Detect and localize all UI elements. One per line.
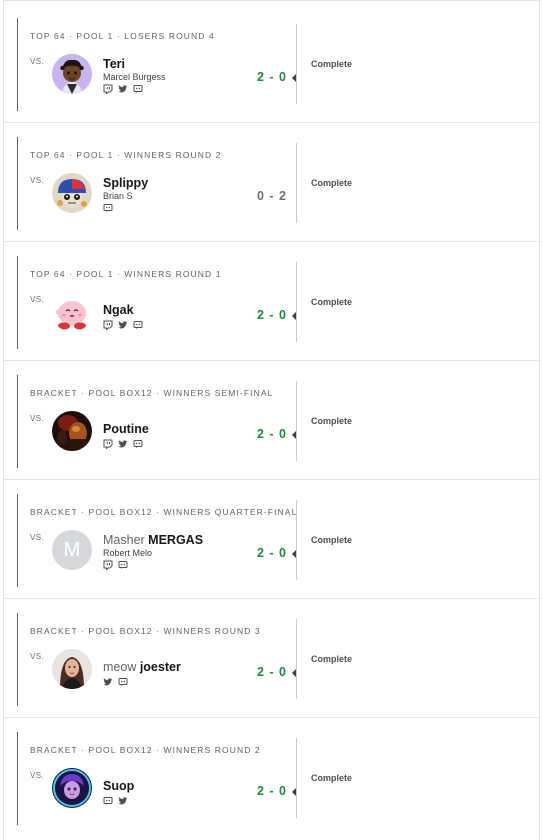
- twitch-icon[interactable]: [103, 557, 113, 575]
- set-left-bar: [17, 494, 18, 587]
- set-divider: [296, 500, 297, 580]
- player-name[interactable]: Ngak: [103, 303, 134, 317]
- set-status: Complete: [311, 178, 353, 188]
- social-links: [103, 677, 128, 689]
- social-links: [103, 796, 128, 808]
- set-score: 2 - 0: [257, 308, 288, 322]
- discord-icon[interactable]: [118, 674, 128, 692]
- vs-label: VS.: [30, 533, 45, 542]
- vs-label: VS.: [30, 771, 45, 780]
- player-prefix: meow: [103, 660, 137, 674]
- twitch-icon[interactable]: [103, 436, 113, 454]
- set-divider: [296, 619, 297, 699]
- discord-icon[interactable]: [118, 557, 128, 575]
- set-score: 0 - 2: [257, 189, 288, 203]
- vs-label: VS.: [30, 414, 45, 423]
- set-row[interactable]: BRACKET · POOL BOX12 · WINNERS QUARTER-F…: [4, 480, 539, 599]
- set-row[interactable]: TOP 64 · POOL 1 · LOSERS ROUND 4 VS. Ter…: [4, 4, 539, 123]
- set-row[interactable]: TOP 64 · POOL 1 · WINNERS ROUND 1 VS. Ng…: [4, 242, 539, 361]
- avatar[interactable]: [52, 768, 92, 808]
- avatar[interactable]: M: [52, 530, 92, 570]
- set-status: Complete: [311, 654, 353, 664]
- player-prefix: Masher: [103, 533, 145, 547]
- phase-label: BRACKET · POOL BOX12 · WINNERS SEMI-FINA…: [30, 388, 274, 398]
- set-score: 2 - 0: [257, 427, 288, 441]
- set-divider: [296, 262, 297, 342]
- discord-icon[interactable]: [133, 81, 143, 99]
- phase-label: BRACKET · POOL BOX12 · WINNERS ROUND 3: [30, 626, 261, 636]
- vs-label: VS.: [30, 295, 45, 304]
- vs-label: VS.: [30, 652, 45, 661]
- discord-icon[interactable]: [103, 200, 113, 218]
- player-tag: Suop: [103, 779, 135, 793]
- set-left-bar: [17, 732, 18, 825]
- avatar[interactable]: [52, 54, 92, 94]
- set-row[interactable]: BRACKET · POOL BOX12 · WINNERS ROUND 3 V…: [4, 599, 539, 718]
- set-left-bar: [17, 375, 18, 468]
- set-score: 2 - 0: [257, 784, 288, 798]
- social-links: [103, 320, 143, 332]
- player-tag: Ngak: [103, 303, 134, 317]
- set-status: Complete: [311, 416, 353, 426]
- sets-list: TOP 64 · POOL 1 · LOSERS ROUND 4 VS. Ter…: [3, 0, 540, 840]
- twitter-icon[interactable]: [103, 674, 113, 692]
- avatar[interactable]: [52, 411, 92, 451]
- set-divider: [296, 24, 297, 104]
- phase-label: TOP 64 · POOL 1 · WINNERS ROUND 2: [30, 150, 222, 160]
- avatar-letter: M: [63, 538, 81, 561]
- player-tag: joester: [139, 660, 181, 674]
- set-divider: [296, 143, 297, 223]
- set-status: Complete: [311, 535, 353, 545]
- set-row[interactable]: TOP 64 · POOL 1 · WINNERS ROUND 2 VS. Sp…: [4, 123, 539, 242]
- set-score: 2 - 0: [257, 546, 288, 560]
- vs-label: VS.: [30, 176, 45, 185]
- phase-label: BRACKET · POOL BOX12 · WINNERS QUARTER-F…: [30, 507, 298, 517]
- set-status: Complete: [311, 59, 353, 69]
- player-name[interactable]: Suop: [103, 779, 134, 793]
- player-tag: Splippy: [103, 176, 149, 190]
- set-left-bar: [17, 256, 18, 349]
- phase-label: TOP 64 · POOL 1 · WINNERS ROUND 1: [30, 269, 222, 279]
- set-divider: [296, 381, 297, 461]
- avatar[interactable]: [52, 292, 92, 332]
- set-left-bar: [17, 137, 18, 230]
- social-links: [103, 84, 143, 96]
- avatar[interactable]: [52, 649, 92, 689]
- set-left-bar: [17, 613, 18, 706]
- set-score: 2 - 0: [257, 70, 288, 84]
- player-tag: MERGAS: [148, 533, 204, 547]
- twitter-icon[interactable]: [118, 793, 128, 811]
- vs-label: VS.: [30, 57, 45, 66]
- set-score: 2 - 0: [257, 665, 288, 679]
- player-tag: Teri: [103, 57, 125, 71]
- set-left-bar: [17, 18, 18, 111]
- player-tag: Poutine: [103, 422, 149, 436]
- twitter-icon[interactable]: [118, 81, 128, 99]
- player-name[interactable]: Masher MERGAS: [103, 533, 203, 547]
- social-links: [103, 203, 113, 215]
- social-links: [103, 439, 143, 451]
- avatar[interactable]: [52, 173, 92, 213]
- discord-icon[interactable]: [103, 793, 113, 811]
- phase-label: BRACKET · POOL BOX12 · WINNERS ROUND 2: [30, 745, 261, 755]
- twitter-icon[interactable]: [118, 317, 128, 335]
- twitter-icon[interactable]: [118, 436, 128, 454]
- twitch-icon[interactable]: [103, 81, 113, 99]
- twitch-icon[interactable]: [103, 317, 113, 335]
- set-row[interactable]: BRACKET · POOL BOX12 · WINNERS SEMI-FINA…: [4, 361, 539, 480]
- player-name[interactable]: Poutine: [103, 422, 149, 436]
- social-links: [103, 560, 128, 572]
- player-name[interactable]: meow joester: [103, 660, 181, 674]
- set-status: Complete: [311, 773, 353, 783]
- discord-icon[interactable]: [133, 436, 143, 454]
- phase-label: TOP 64 · POOL 1 · LOSERS ROUND 4: [30, 31, 215, 41]
- player-name[interactable]: Teri: [103, 57, 125, 71]
- discord-icon[interactable]: [133, 317, 143, 335]
- player-name[interactable]: Splippy: [103, 176, 148, 190]
- set-status: Complete: [311, 297, 353, 307]
- set-divider: [296, 738, 297, 818]
- set-row[interactable]: BRACKET · POOL BOX12 · WINNERS ROUND 2 V…: [4, 718, 539, 837]
